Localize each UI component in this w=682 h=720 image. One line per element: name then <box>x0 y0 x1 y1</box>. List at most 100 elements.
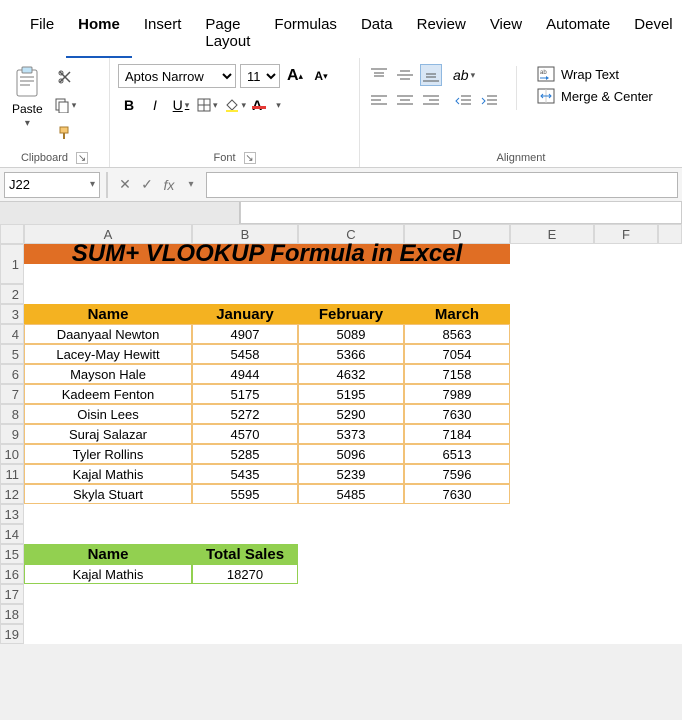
row-header[interactable]: 15 <box>0 544 24 564</box>
decrease-indent-button[interactable] <box>452 90 474 112</box>
col-header-f[interactable]: F <box>594 224 658 244</box>
header-feb[interactable]: February <box>298 304 404 324</box>
row-header[interactable]: 18 <box>0 604 24 624</box>
tab-data[interactable]: Data <box>349 10 405 58</box>
green-header-name[interactable]: Name <box>24 544 192 564</box>
row-header[interactable]: 13 <box>0 504 24 524</box>
copy-button[interactable] <box>53 94 78 116</box>
col-header-e[interactable]: E <box>510 224 594 244</box>
fx-button[interactable]: fx <box>158 174 180 196</box>
tab-developer[interactable]: Devel <box>622 10 682 58</box>
green-header-total[interactable]: Total Sales <box>192 544 298 564</box>
align-bottom-button[interactable] <box>420 64 442 86</box>
row-header[interactable]: 10 <box>0 444 24 464</box>
col-header-g[interactable] <box>658 224 682 244</box>
cell-jan[interactable]: 5285 <box>192 444 298 464</box>
tab-home[interactable]: Home <box>66 10 132 58</box>
font-color-button[interactable]: A <box>251 94 282 116</box>
fill-color-button[interactable] <box>223 94 248 116</box>
row-header[interactable]: 5 <box>0 344 24 364</box>
underline-button[interactable]: U <box>170 94 192 116</box>
row-header[interactable]: 4 <box>0 324 24 344</box>
cell-mar[interactable]: 6513 <box>404 444 510 464</box>
row-header[interactable]: 17 <box>0 584 24 604</box>
cell-feb[interactable]: 5366 <box>298 344 404 364</box>
green-cell-name[interactable]: Kajal Mathis <box>24 564 192 584</box>
cell-jan[interactable]: 5175 <box>192 384 298 404</box>
tab-insert[interactable]: Insert <box>132 10 194 58</box>
cell-feb[interactable]: 5195 <box>298 384 404 404</box>
cell-jan[interactable]: 4944 <box>192 364 298 384</box>
cell-name[interactable]: Kajal Mathis <box>24 464 192 484</box>
cell-name[interactable]: Oisin Lees <box>24 404 192 424</box>
cell-jan[interactable]: 5272 <box>192 404 298 424</box>
bold-button[interactable]: B <box>118 94 140 116</box>
cell-feb[interactable]: 5239 <box>298 464 404 484</box>
cell-mar[interactable]: 7630 <box>404 404 510 424</box>
font-name-select[interactable]: Aptos Narrow <box>118 64 236 88</box>
tab-view[interactable]: View <box>478 10 534 58</box>
align-left-button[interactable] <box>368 90 390 112</box>
header-jan[interactable]: January <box>192 304 298 324</box>
cell-jan[interactable]: 5595 <box>192 484 298 504</box>
row-header[interactable]: 7 <box>0 384 24 404</box>
merge-center-button[interactable]: Merge & Center <box>537 88 653 104</box>
align-top-button[interactable] <box>368 64 390 86</box>
cell-name[interactable]: Tyler Rollins <box>24 444 192 464</box>
row-header[interactable]: 12 <box>0 484 24 504</box>
cell-name[interactable]: Mayson Hale <box>24 364 192 384</box>
cell-mar[interactable]: 7596 <box>404 464 510 484</box>
cell-mar[interactable]: 7158 <box>404 364 510 384</box>
cut-button[interactable] <box>53 66 78 88</box>
paste-button[interactable]: Paste ▾ <box>8 64 47 131</box>
cell-mar[interactable]: 7054 <box>404 344 510 364</box>
row-header[interactable]: 1 <box>0 244 24 284</box>
row-header[interactable]: 8 <box>0 404 24 424</box>
cell-jan[interactable]: 4907 <box>192 324 298 344</box>
chevron-down-icon[interactable]: ▾ <box>180 174 202 196</box>
clipboard-dialog-launcher[interactable]: ↘ <box>76 152 88 164</box>
cell-name[interactable]: Daanyaal Newton <box>24 324 192 344</box>
cell-feb[interactable]: 5485 <box>298 484 404 504</box>
select-all-corner[interactable] <box>0 224 24 244</box>
cell-feb[interactable]: 5373 <box>298 424 404 444</box>
cell-name[interactable]: Lacey-May Hewitt <box>24 344 192 364</box>
row-header[interactable]: 3 <box>0 304 24 324</box>
cell-mar[interactable]: 7184 <box>404 424 510 444</box>
title-cell[interactable]: SUM+ VLOOKUP Formula in Excel <box>24 244 510 264</box>
decrease-font-button[interactable]: A▾ <box>310 65 332 87</box>
enter-formula-button[interactable]: ✓ <box>136 174 158 196</box>
green-cell-total[interactable]: 18270 <box>192 564 298 584</box>
row-header[interactable]: 2 <box>0 284 24 304</box>
cell-mar[interactable]: 7630 <box>404 484 510 504</box>
row-header[interactable]: 9 <box>0 424 24 444</box>
cell-feb[interactable]: 5290 <box>298 404 404 424</box>
increase-font-button[interactable]: A▴ <box>284 65 306 87</box>
wrap-text-button[interactable]: ab Wrap Text <box>537 66 653 82</box>
cell-name[interactable]: Suraj Salazar <box>24 424 192 444</box>
align-right-button[interactable] <box>420 90 442 112</box>
formula-input[interactable] <box>206 172 678 198</box>
cell-feb[interactable]: 5096 <box>298 444 404 464</box>
header-name[interactable]: Name <box>24 304 192 324</box>
cancel-formula-button[interactable]: ✕ <box>114 174 136 196</box>
format-painter-button[interactable] <box>53 122 78 144</box>
increase-indent-button[interactable] <box>478 90 500 112</box>
tab-automate[interactable]: Automate <box>534 10 622 58</box>
cell-jan[interactable]: 5458 <box>192 344 298 364</box>
cell-feb[interactable]: 5089 <box>298 324 404 344</box>
row-header[interactable]: 11 <box>0 464 24 484</box>
cell-jan[interactable]: 4570 <box>192 424 298 444</box>
cell-mar[interactable]: 8563 <box>404 324 510 344</box>
tab-page-layout[interactable]: Page Layout <box>193 10 262 58</box>
italic-button[interactable]: I <box>144 94 166 116</box>
cell-jan[interactable]: 5435 <box>192 464 298 484</box>
cell-name[interactable]: Kadeem Fenton <box>24 384 192 404</box>
cell-feb[interactable]: 4632 <box>298 364 404 384</box>
font-dialog-launcher[interactable]: ↘ <box>244 152 256 164</box>
tab-formulas[interactable]: Formulas <box>262 10 349 58</box>
cell-mar[interactable]: 7989 <box>404 384 510 404</box>
cell-name[interactable]: Skyla Stuart <box>24 484 192 504</box>
borders-button[interactable] <box>196 94 219 116</box>
font-size-select[interactable]: 11 <box>240 64 280 88</box>
